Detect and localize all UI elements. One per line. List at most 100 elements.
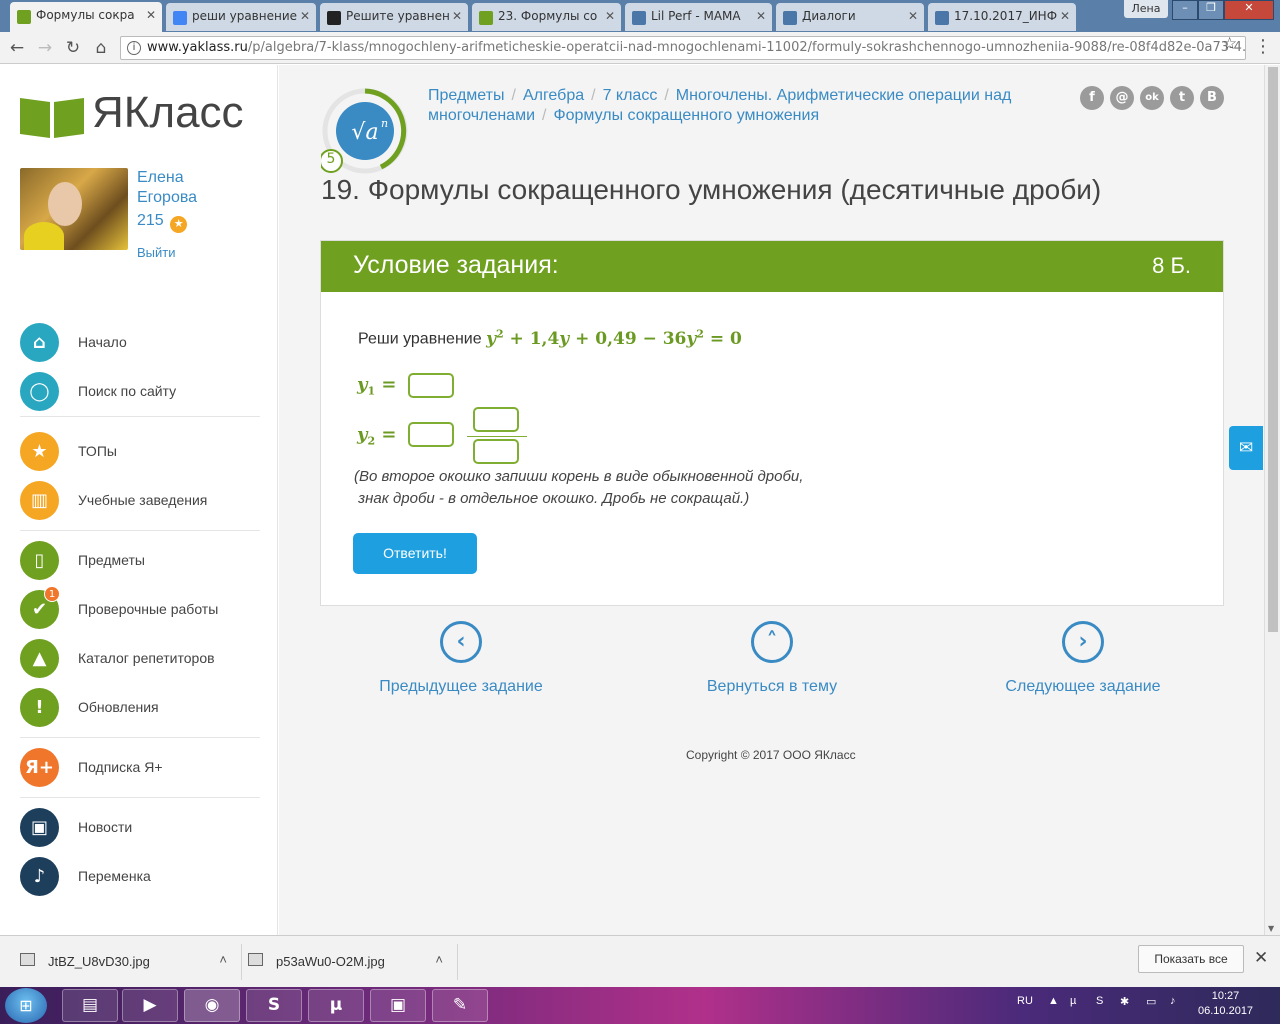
forward-icon[interactable]: → [34, 37, 56, 59]
image-file-icon [20, 953, 35, 966]
language-indicator[interactable]: RU [1017, 995, 1033, 1007]
crumb-grade[interactable]: 7 класс [603, 87, 658, 104]
prev-task-link[interactable]: ‹ Предыдущее задание [351, 621, 571, 696]
browser-tab[interactable]: 17.10.2017_ИНФ ✕ [928, 3, 1076, 31]
school-icon: ▥ [20, 481, 59, 520]
sidebar-item[interactable]: ★ ТОПы [20, 432, 260, 472]
close-tab-icon[interactable]: ✕ [1060, 9, 1070, 23]
close-tab-icon[interactable]: ✕ [300, 9, 310, 23]
svg-text:√a: √a [351, 120, 378, 145]
sidebar-item-label: Учебные заведения [78, 492, 208, 508]
info-icon[interactable]: i [127, 41, 141, 55]
logo[interactable]: ЯКласс [20, 88, 260, 142]
bookmark-star-icon[interactable]: ☆ [1222, 34, 1237, 54]
sidebar-item-label: Предметы [78, 552, 145, 568]
tab-title: 17.10.2017_ИНФ [954, 9, 1058, 23]
close-tab-icon[interactable]: ✕ [146, 8, 156, 22]
skype-tray-icon[interactable]: S [1096, 995, 1103, 1007]
browser-tab[interactable]: Формулы сокра ✕ [10, 2, 162, 32]
user-name[interactable]: Елена Егорова [137, 168, 197, 208]
utorrent-tray-icon[interactable]: µ [1070, 995, 1076, 1007]
back-to-topic-link[interactable]: ˄ Вернуться в тему [662, 621, 882, 696]
chrome-icon[interactable]: ◉ [184, 989, 240, 1022]
chevron-up-icon[interactable]: ˄ [219, 952, 227, 967]
minimize-icon[interactable]: – [1172, 0, 1198, 20]
y2-numerator-input[interactable] [473, 407, 519, 432]
sidebar-item-label: Каталог репетиторов [78, 650, 215, 666]
sidebar-item[interactable]: ▣ Новости [20, 808, 260, 848]
browser-tab[interactable]: 23. Формулы со ✕ [472, 3, 621, 31]
crumb-subjects[interactable]: Предметы [428, 87, 504, 104]
download-item[interactable]: p53aWu0-O2M.jpg ˄ [248, 944, 458, 980]
address-bar[interactable]: i www.yaklass.ru/p/algebra/7-klass/mnogo… [120, 36, 1246, 60]
logout-link[interactable]: Выйти [137, 245, 176, 260]
maximize-icon[interactable]: ❐ [1198, 0, 1224, 20]
volume-icon[interactable]: ♪ [1170, 995, 1176, 1007]
sidebar-item[interactable]: ♪ Переменка [20, 857, 260, 897]
odnoklassniki-icon[interactable]: ok [1140, 86, 1164, 110]
page-scrollbar[interactable]: ▲ ▼ [1264, 65, 1280, 935]
close-window-icon[interactable]: ✕ [1224, 0, 1274, 20]
sidebar-item[interactable]: ✔ Проверочные работы 1 [20, 586, 260, 630]
close-tab-icon[interactable]: ✕ [908, 9, 918, 23]
paint-icon[interactable]: ✎ [432, 989, 488, 1022]
user-points[interactable]: 215 ★ [137, 212, 188, 233]
download-item[interactable]: JtBZ_U8vD30.jpg ˄ [20, 944, 242, 980]
bell-icon: ♪ [20, 857, 59, 896]
sidebar-item[interactable]: ▲ Каталог репетиторов [20, 639, 260, 679]
next-task-link[interactable]: › Следующее задание [973, 621, 1193, 696]
crumb-algebra[interactable]: Алгебра [523, 87, 584, 104]
network-icon[interactable]: ✱ [1120, 995, 1129, 1008]
home-button-icon[interactable]: ⌂ [90, 37, 112, 59]
show-all-downloads-button[interactable]: Показать все [1138, 945, 1244, 973]
close-tab-icon[interactable]: ✕ [605, 9, 615, 23]
browser-tab[interactable]: Решите уравнен ✕ [320, 3, 468, 31]
sidebar-item[interactable]: ▯ Предметы [20, 541, 260, 581]
image-viewer-icon[interactable]: ▣ [370, 989, 426, 1022]
favicon-icon [479, 11, 493, 25]
profile-button[interactable]: Лена [1124, 0, 1168, 18]
chevron-right-icon: › [1062, 621, 1104, 663]
menu-icon[interactable]: ⋮ [1254, 36, 1272, 57]
browser-tab[interactable]: Диалоги ✕ [776, 3, 924, 31]
chevron-left-icon: ‹ [440, 621, 482, 663]
tray-expand-icon[interactable]: ▲ [1048, 995, 1059, 1007]
y2-denominator-input[interactable] [473, 439, 519, 464]
downloads-bar: JtBZ_U8vD30.jpg ˄ p53aWu0-O2M.jpg ˄ Пока… [0, 935, 1280, 987]
windows-start-button[interactable]: ⊞ [5, 988, 47, 1023]
ya-plus-icon: Я+ [20, 748, 59, 787]
task-panel: Условие задания: 8 Б. Реши уравнение y2 … [320, 240, 1224, 606]
sidebar-item[interactable]: ▥ Учебные заведения [20, 481, 260, 521]
sidebar-item[interactable]: ◯ Поиск по сайту [20, 372, 260, 412]
crumb-formulas[interactable]: Формулы сокращенного умножения [553, 107, 819, 124]
clock[interactable]: 10:27 06.10.2017 [1198, 989, 1253, 1019]
utorrent-icon[interactable]: µ [308, 989, 364, 1022]
url-host: www.yaklass.ru [147, 40, 248, 55]
sidebar-item[interactable]: ⌂ Начало [20, 323, 260, 363]
explorer-icon[interactable]: ▤ [62, 989, 118, 1022]
sidebar-item[interactable]: ! Обновления [20, 688, 260, 728]
feedback-mail-icon[interactable]: ✉ [1229, 426, 1263, 470]
skype-icon[interactable]: S [246, 989, 302, 1022]
action-center-icon[interactable]: ▭ [1146, 995, 1156, 1008]
close-tab-icon[interactable]: ✕ [452, 9, 462, 23]
mail-ru-icon[interactable]: @ [1110, 86, 1134, 110]
y2-sign-input[interactable] [408, 422, 454, 447]
avatar[interactable] [20, 168, 128, 250]
chevron-up-icon[interactable]: ˄ [435, 952, 443, 967]
reload-icon[interactable]: ↻ [62, 37, 84, 59]
media-player-icon[interactable]: ▶ [122, 989, 178, 1022]
browser-tab[interactable]: реши уравнение ✕ [166, 3, 316, 31]
browser-tab-strip: Формулы сокра ✕ реши уравнение ✕ Решите урав… [0, 0, 1280, 32]
vk-icon[interactable]: B [1200, 86, 1224, 110]
submit-button[interactable]: Ответить! [353, 533, 477, 574]
facebook-icon[interactable]: f [1080, 86, 1104, 110]
sidebar-item[interactable]: Я+ Подписка Я+ [20, 748, 260, 788]
browser-tab[interactable]: Lil Perf - MAMA ✕ [625, 3, 772, 31]
favicon-icon [632, 11, 646, 25]
twitter-icon[interactable]: t [1170, 86, 1194, 110]
y1-input[interactable] [408, 373, 454, 398]
close-downloads-icon[interactable]: ✕ [1254, 948, 1268, 968]
close-tab-icon[interactable]: ✕ [756, 9, 766, 23]
back-icon[interactable]: ← [6, 37, 28, 59]
